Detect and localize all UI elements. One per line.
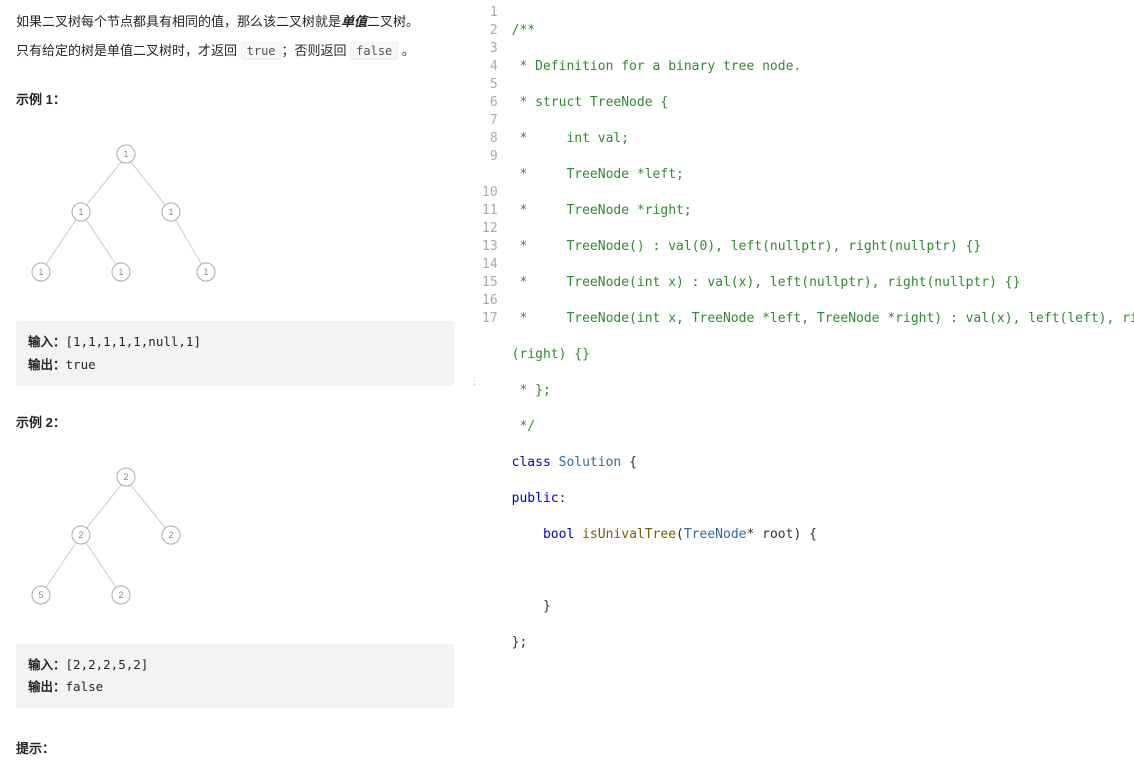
svg-text:5: 5 <box>38 590 43 600</box>
input-label: 输入： <box>28 335 66 349</box>
code-editor-panel[interactable]: 1234567891011121314151617 /** * Definiti… <box>478 0 1134 763</box>
panel-resize-handle[interactable]: ⋮ <box>470 0 478 763</box>
output-value: true <box>66 357 96 372</box>
svg-text:2: 2 <box>118 590 123 600</box>
text: 。 <box>398 43 415 58</box>
output-value: false <box>66 679 104 694</box>
example-1-tree-diagram: 1 1 1 1 1 1 <box>16 132 226 292</box>
example-2-tree-diagram: 2 2 2 5 2 <box>16 455 196 615</box>
input-label: 输入： <box>28 658 66 672</box>
example-1-io: 输入：[1,1,1,1,1,null,1] 输出：true <box>16 321 454 386</box>
desc-paragraph-2: 只有给定的树是单值二叉树时，才返回 true；否则返回 false 。 <box>16 39 454 64</box>
output-label: 输出： <box>28 358 66 372</box>
svg-text:1: 1 <box>203 267 208 277</box>
drag-dots-icon: ⋮ <box>470 376 479 387</box>
desc-paragraph-1: 如果二叉树每个节点都具有相同的值，那么该二叉树就是单值二叉树。 <box>16 10 454 35</box>
inline-code: true <box>241 42 282 60</box>
svg-text:2: 2 <box>78 530 83 540</box>
text: 只有给定的树是单值二叉树时，才返回 <box>16 43 241 58</box>
code-editor[interactable]: /** * Definition for a binary tree node.… <box>506 0 1134 763</box>
example-1-title: 示例 1： <box>16 89 454 108</box>
input-value: [2,2,2,5,2] <box>66 657 149 672</box>
problem-description: 如果二叉树每个节点都具有相同的值，那么该二叉树就是单值二叉树。 只有给定的树是单… <box>16 10 454 63</box>
text: 二叉树。 <box>367 14 419 29</box>
inline-code: false <box>350 42 398 60</box>
svg-text:1: 1 <box>38 267 43 277</box>
svg-text:1: 1 <box>123 149 128 159</box>
svg-text:2: 2 <box>168 530 173 540</box>
example-2-title: 示例 2： <box>16 412 454 431</box>
svg-text:1: 1 <box>118 267 123 277</box>
svg-text:1: 1 <box>78 207 83 217</box>
output-label: 输出： <box>28 680 66 694</box>
svg-text:2: 2 <box>123 472 128 482</box>
example-2-io: 输入：[2,2,2,5,2] 输出：false <box>16 644 454 709</box>
text: 如果二叉树每个节点都具有相同的值，那么该二叉树就是 <box>16 14 341 29</box>
line-number-gutter: 1234567891011121314151617 <box>478 0 506 763</box>
constraints-title: 提示： <box>16 738 454 757</box>
text: ；否则返回 <box>282 43 351 58</box>
constraints-section: 提示： 给定树的节点数范围是 [1, 100] 。 每个节点的值都是整数，范围为… <box>16 738 454 763</box>
emphasis: 单值 <box>341 14 367 29</box>
problem-description-panel[interactable]: 如果二叉树每个节点都具有相同的值，那么该二叉树就是单值二叉树。 只有给定的树是单… <box>0 0 470 763</box>
input-value: [1,1,1,1,1,null,1] <box>66 334 201 349</box>
svg-text:1: 1 <box>168 207 173 217</box>
